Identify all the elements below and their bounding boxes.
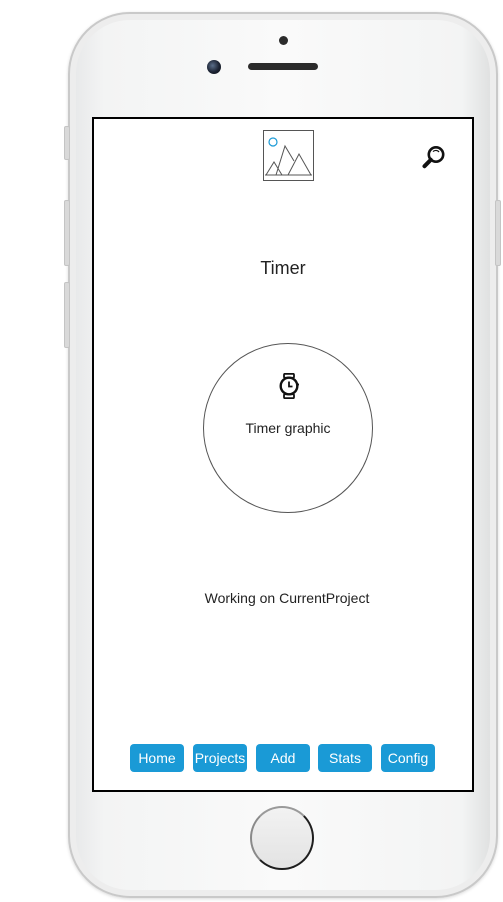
projects-nav-button[interactable]: Projects — [193, 744, 247, 772]
proximity-sensor — [279, 36, 288, 45]
front-camera — [207, 60, 221, 74]
mute-switch — [64, 126, 70, 160]
config-nav-button[interactable]: Config — [381, 744, 435, 772]
timer-label: Timer graphic — [245, 420, 331, 436]
volume-up-button — [64, 200, 70, 266]
current-project-status: Working on CurrentProject — [204, 590, 370, 606]
magnifier-icon[interactable] — [422, 145, 446, 169]
timer-graphic: Timer graphic — [203, 343, 373, 513]
stats-nav-button[interactable]: Stats — [318, 744, 372, 772]
image-placeholder-icon — [263, 130, 314, 181]
watch-icon — [279, 373, 299, 399]
add-nav-button[interactable]: Add — [256, 744, 310, 772]
power-button — [495, 200, 501, 266]
app-screen: Timer Timer graphic Working on CurrentPr… — [92, 117, 474, 792]
volume-down-button — [64, 282, 70, 348]
earpiece-speaker — [248, 63, 318, 70]
mockup-stage: Timer Timer graphic Working on CurrentPr… — [0, 0, 503, 902]
home-nav-button[interactable]: Home — [130, 744, 184, 772]
page-title: Timer — [260, 258, 306, 278]
home-button[interactable] — [250, 806, 314, 870]
